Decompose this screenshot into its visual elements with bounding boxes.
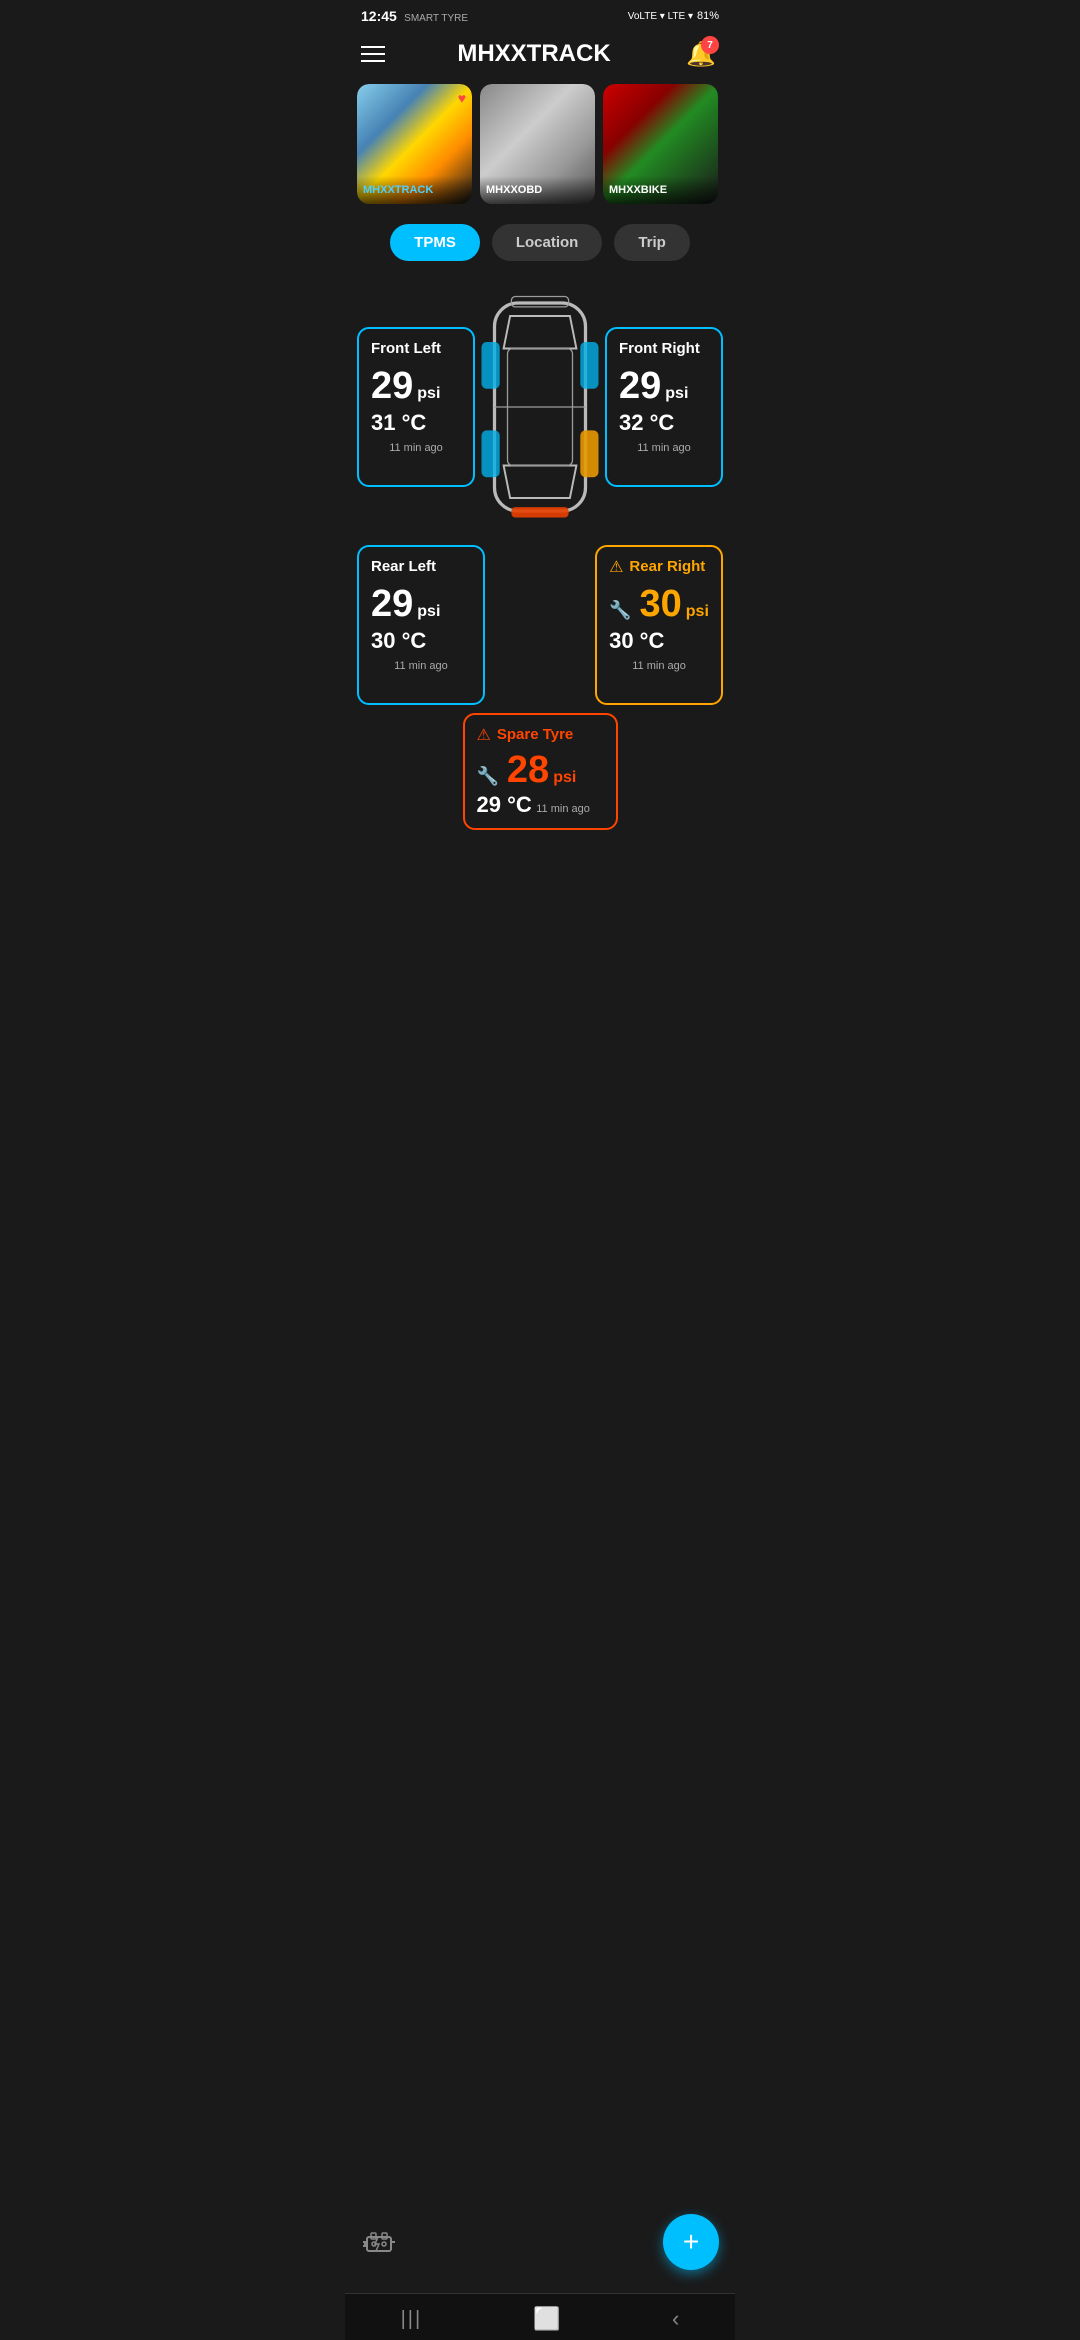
rear-right-header: ⚠ Rear Right [609,557,709,577]
tyre-sensor-icon: 🔧 [609,600,631,621]
status-time-area: 12:45 SMART TYRE [361,8,468,24]
nav-back-button[interactable]: ‹ [672,2306,679,2332]
spare-pressure-row: 🔧 28 psi [477,749,604,792]
rear-left-unit: psi [417,603,440,621]
vehicle-name-2: MHXXOBD [486,184,542,196]
front-left-pressure-row: 29 psi [371,365,461,408]
rear-right-unit: psi [686,603,709,621]
rear-left-pressure-row: 29 psi [371,583,471,626]
rear-right-pressure: 30 [640,583,682,626]
rear-right-name: Rear Right [629,557,705,577]
spare-tyre-card: ⚠ Spare Tyre 🔧 28 psi 29 °C 11 min ago [463,713,618,830]
spare-header: ⚠ Spare Tyre [477,725,604,745]
rear-right-pressure-row: 🔧 30 psi [609,583,709,626]
car-diagram [475,277,605,537]
tab-bar: TPMS Location Trip [345,216,735,277]
vehicle-cards-list: ♥ MHXXTRACK MHXXOBD MHXXBIKE [345,84,735,216]
front-right-time: 11 min ago [619,442,709,454]
front-left-temp: 31 °C [371,410,461,436]
rear-left-card: Rear Left 29 psi 30 °C 11 min ago [357,545,485,705]
spare-temp: 29 °C [477,792,532,817]
front-left-unit: psi [417,385,440,403]
engine-icon-button[interactable] [361,2225,397,2268]
vehicle-name-1: MHXXTRACK [363,184,433,196]
status-time: 12:45 [361,8,397,24]
plus-icon: + [683,2226,699,2258]
nav-recent-button[interactable]: ||| [401,2308,423,2331]
vehicle-card-mhxxtrack[interactable]: ♥ MHXXTRACK [357,84,472,204]
add-button[interactable]: + [663,2214,719,2270]
rear-right-time: 11 min ago [609,660,709,672]
spare-name: Spare Tyre [497,725,573,745]
rear-left-pressure: 29 [371,583,413,626]
vehicle-name-3: MHXXBIKE [609,184,667,196]
notification-button[interactable]: 🔔 7 [683,36,719,72]
front-right-pressure: 29 [619,365,661,408]
rear-left-name: Rear Left [371,557,471,577]
front-right-card: Front Right 29 psi 32 °C 11 min ago [605,327,723,487]
front-left-pressure: 29 [371,365,413,408]
card-overlay: MHXXTRACK [357,176,472,204]
front-right-temp: 32 °C [619,410,709,436]
front-right-unit: psi [665,385,688,403]
front-right-pressure-row: 29 psi [619,365,709,408]
bottom-navigation: ||| ⬜ ‹ [345,2293,735,2340]
rear-left-time: 11 min ago [371,660,471,672]
app-title: MHXXTRACK [457,40,610,68]
spare-tyre-row: ⚠ Spare Tyre 🔧 28 psi 29 °C 11 min ago [357,713,723,830]
tab-tpms[interactable]: TPMS [390,224,480,261]
front-left-card: Front Left 29 psi 31 °C 11 min ago [357,327,475,487]
tab-location[interactable]: Location [492,224,603,261]
vehicle-card-mhxxbike[interactable]: MHXXBIKE [603,84,718,204]
front-left-name: Front Left [371,339,461,359]
front-right-name: Front Right [619,339,709,359]
notification-badge: 7 [701,36,719,54]
tab-trip[interactable]: Trip [614,224,690,261]
network-status: VoLTE ▾ LTE ▾ [628,11,693,22]
brand-label: SMART TYRE [404,13,468,24]
warning-triangle-icon: ⚠ [609,557,623,577]
vehicle-card-mhxxobd[interactable]: MHXXOBD [480,84,595,204]
status-bar: 12:45 SMART TYRE VoLTE ▾ LTE ▾ 81% [345,0,735,28]
spare-unit: psi [553,769,576,787]
tpms-section: Front Left 29 psi 31 °C 11 min ago [345,277,735,830]
battery-status: 81% [697,10,719,22]
rear-right-temp: 30 °C [609,628,709,654]
status-right-area: VoLTE ▾ LTE ▾ 81% [628,10,719,22]
spare-pressure: 28 [507,749,549,792]
spare-time: 11 min ago [536,803,590,815]
rear-left-temp: 30 °C [371,628,471,654]
nav-home-button[interactable]: ⬜ [533,2306,560,2332]
spare-sensor-icon: 🔧 [477,766,499,787]
menu-button[interactable] [361,46,385,62]
spare-warning-icon: ⚠ [477,725,491,745]
rear-right-card: ⚠ Rear Right 🔧 30 psi 30 °C 11 min ago [595,545,723,705]
favorite-icon: ♥ [458,90,466,106]
header: MHXXTRACK 🔔 7 [345,28,735,84]
tpms-front-row: Front Left 29 psi 31 °C 11 min ago [357,277,723,537]
card-overlay-3: MHXXBIKE [603,176,718,204]
tpms-rear-row: Rear Left 29 psi 30 °C 11 min ago ⚠ Rear… [357,545,723,705]
card-overlay-2: MHXXOBD [480,176,595,204]
front-left-time: 11 min ago [371,442,461,454]
